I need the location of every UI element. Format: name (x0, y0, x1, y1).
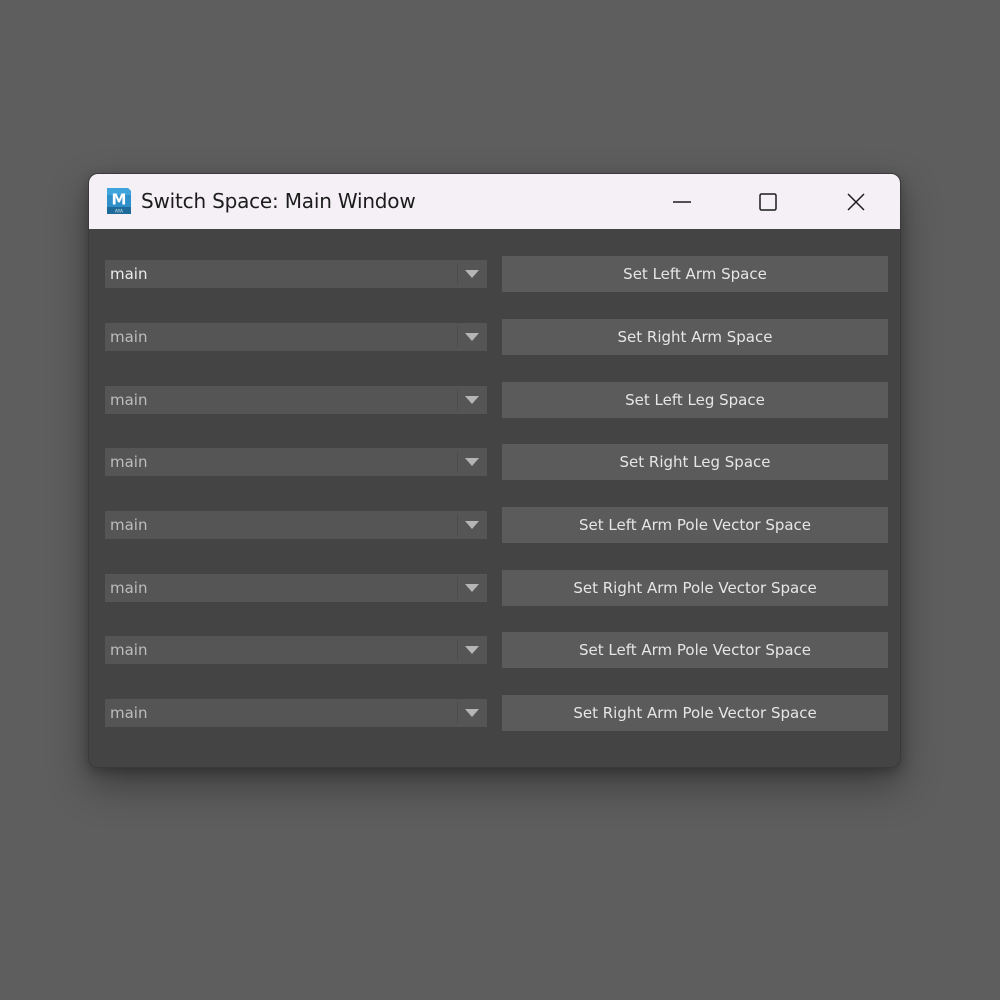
maximize-icon (759, 192, 777, 211)
app-icon-letter: M (112, 191, 127, 209)
space-dropdown[interactable]: main (105, 511, 487, 539)
close-button[interactable] (826, 174, 886, 229)
set-left-leg-space-button[interactable]: Set Left Leg Space (502, 382, 888, 418)
space-dropdown[interactable]: main (105, 636, 487, 664)
set-left-arm-pole-vector-space-button-2[interactable]: Set Left Arm Pole Vector Space (502, 632, 888, 668)
app-icon-sub: AYA (115, 209, 124, 215)
dropdown-arrow-icon[interactable] (457, 448, 487, 476)
dropdown-arrow-icon[interactable] (457, 699, 487, 727)
space-row-right-leg: main Set Right Leg Space (89, 444, 900, 480)
space-dropdown[interactable]: main (105, 448, 487, 476)
dropdown-arrow-icon[interactable] (457, 574, 487, 602)
space-dropdown[interactable]: main (105, 574, 487, 602)
dropdown-value: main (110, 265, 148, 283)
maximize-button[interactable] (738, 174, 798, 229)
set-right-arm-space-button[interactable]: Set Right Arm Space (502, 319, 888, 355)
dropdown-arrow-icon[interactable] (457, 260, 487, 288)
space-dropdown[interactable]: main (105, 699, 487, 727)
dropdown-value: main (110, 704, 148, 722)
space-dropdown[interactable]: main (105, 386, 487, 414)
space-row-left-arm-pole-vector: main Set Left Arm Pole Vector Space (89, 507, 900, 543)
dropdown-value: main (110, 516, 148, 534)
title-bar[interactable]: M AYA Switch Space: Main Window (89, 174, 900, 229)
window-content: main Set Left Arm Space main Set Right A… (89, 229, 900, 767)
space-row-left-arm-pole-vector-2: main Set Left Arm Pole Vector Space (89, 632, 900, 668)
space-row-left-arm: main Set Left Arm Space (89, 256, 900, 292)
main-window: M AYA Switch Space: Main Window main Set… (88, 173, 901, 768)
dropdown-value: main (110, 579, 148, 597)
space-row-right-arm-pole-vector: main Set Right Arm Pole Vector Space (89, 570, 900, 606)
dropdown-value: main (110, 453, 148, 471)
window-title: Switch Space: Main Window (141, 189, 416, 213)
space-row-right-arm-pole-vector-2: main Set Right Arm Pole Vector Space (89, 695, 900, 731)
space-dropdown[interactable]: main (105, 260, 487, 288)
set-left-arm-space-button[interactable]: Set Left Arm Space (502, 256, 888, 292)
dropdown-arrow-icon[interactable] (457, 386, 487, 414)
set-right-leg-space-button[interactable]: Set Right Leg Space (502, 444, 888, 480)
close-icon (847, 192, 865, 211)
set-right-arm-pole-vector-space-button-2[interactable]: Set Right Arm Pole Vector Space (502, 695, 888, 731)
dropdown-value: main (110, 641, 148, 659)
set-right-arm-pole-vector-space-button[interactable]: Set Right Arm Pole Vector Space (502, 570, 888, 606)
space-dropdown[interactable]: main (105, 323, 487, 351)
set-left-arm-pole-vector-space-button[interactable]: Set Left Arm Pole Vector Space (502, 507, 888, 543)
dropdown-arrow-icon[interactable] (457, 511, 487, 539)
dropdown-arrow-icon[interactable] (457, 636, 487, 664)
minimize-icon (673, 200, 691, 203)
dropdown-value: main (110, 328, 148, 346)
dropdown-arrow-icon[interactable] (457, 323, 487, 351)
minimize-button[interactable] (652, 174, 712, 229)
dropdown-value: main (110, 391, 148, 409)
maya-app-icon: M AYA (107, 188, 131, 215)
space-row-left-leg: main Set Left Leg Space (89, 382, 900, 418)
space-row-right-arm: main Set Right Arm Space (89, 319, 900, 355)
